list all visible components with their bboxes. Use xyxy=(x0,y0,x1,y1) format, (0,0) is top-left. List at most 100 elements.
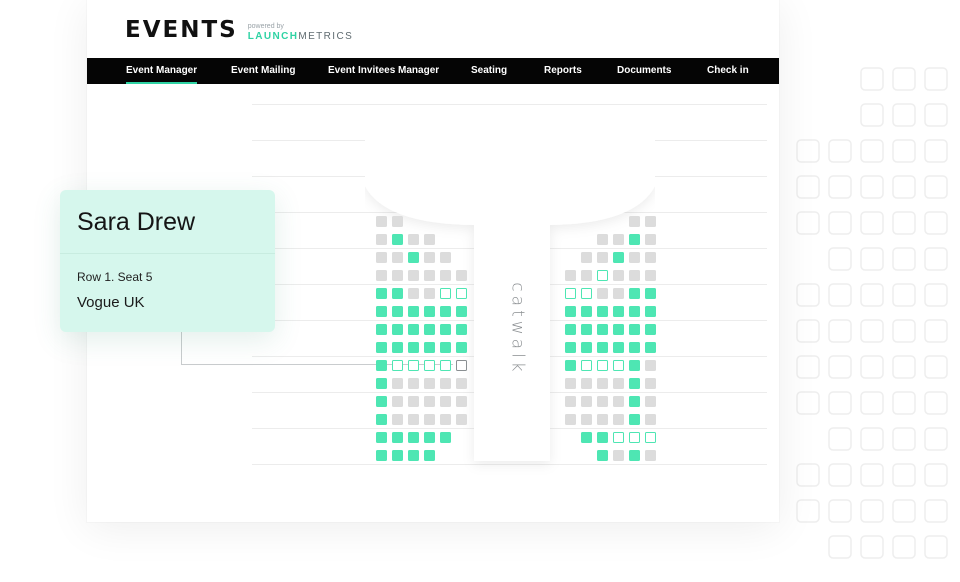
seat[interactable] xyxy=(581,252,592,263)
seat[interactable] xyxy=(440,396,451,407)
seat[interactable] xyxy=(392,360,403,371)
seat[interactable] xyxy=(597,342,608,353)
seat[interactable] xyxy=(392,288,403,299)
seat[interactable] xyxy=(408,378,419,389)
seat[interactable] xyxy=(597,270,608,281)
seat[interactable] xyxy=(629,360,640,371)
seat[interactable] xyxy=(376,432,387,443)
nav-check-in[interactable]: Check in xyxy=(707,58,749,84)
seat[interactable] xyxy=(629,216,640,227)
seat[interactable] xyxy=(629,234,640,245)
seat[interactable] xyxy=(424,306,435,317)
nav-seating[interactable]: Seating xyxy=(471,58,507,84)
seat[interactable] xyxy=(376,324,387,335)
seat[interactable] xyxy=(629,450,640,461)
seat[interactable] xyxy=(645,252,656,263)
seat[interactable] xyxy=(645,378,656,389)
seat[interactable] xyxy=(376,306,387,317)
seat[interactable] xyxy=(376,342,387,353)
selected-seat[interactable] xyxy=(456,360,467,371)
seat[interactable] xyxy=(424,252,435,263)
seat[interactable] xyxy=(597,306,608,317)
seat[interactable] xyxy=(613,360,624,371)
seat[interactable] xyxy=(456,288,467,299)
seat[interactable] xyxy=(629,396,640,407)
seat[interactable] xyxy=(408,324,419,335)
nav-reports[interactable]: Reports xyxy=(544,58,582,84)
seat[interactable] xyxy=(424,432,435,443)
seat[interactable] xyxy=(408,342,419,353)
seat[interactable] xyxy=(440,432,451,443)
seat[interactable] xyxy=(597,288,608,299)
seat[interactable] xyxy=(645,234,656,245)
seat[interactable] xyxy=(645,450,656,461)
seat[interactable] xyxy=(581,342,592,353)
seat[interactable] xyxy=(645,396,656,407)
seat[interactable] xyxy=(581,360,592,371)
seat[interactable] xyxy=(408,306,419,317)
seat[interactable] xyxy=(392,432,403,443)
seat[interactable] xyxy=(597,414,608,425)
seat[interactable] xyxy=(645,432,656,443)
seat[interactable] xyxy=(408,414,419,425)
seat[interactable] xyxy=(565,378,576,389)
seat[interactable] xyxy=(581,432,592,443)
seat[interactable] xyxy=(581,270,592,281)
seat[interactable] xyxy=(408,432,419,443)
seat[interactable] xyxy=(613,378,624,389)
seat[interactable] xyxy=(376,288,387,299)
seat[interactable] xyxy=(597,234,608,245)
seat[interactable] xyxy=(597,396,608,407)
seat[interactable] xyxy=(613,450,624,461)
seat[interactable] xyxy=(440,288,451,299)
seat[interactable] xyxy=(613,414,624,425)
seat[interactable] xyxy=(424,270,435,281)
seat[interactable] xyxy=(565,288,576,299)
seat[interactable] xyxy=(629,414,640,425)
seat[interactable] xyxy=(408,450,419,461)
seat[interactable] xyxy=(597,432,608,443)
seat[interactable] xyxy=(424,288,435,299)
nav-event-manager[interactable]: Event Manager xyxy=(126,58,198,84)
seat[interactable] xyxy=(408,252,419,263)
seat[interactable] xyxy=(597,378,608,389)
seat[interactable] xyxy=(376,216,387,227)
seat[interactable] xyxy=(645,414,656,425)
seat[interactable] xyxy=(613,432,624,443)
seat[interactable] xyxy=(629,288,640,299)
seat[interactable] xyxy=(424,324,435,335)
seat[interactable] xyxy=(565,306,576,317)
nav-event-invitees-manager[interactable]: Event Invitees Manager xyxy=(328,58,439,84)
seat[interactable] xyxy=(645,324,656,335)
seat[interactable] xyxy=(565,342,576,353)
seat[interactable] xyxy=(392,378,403,389)
seat[interactable] xyxy=(392,252,403,263)
seat[interactable] xyxy=(392,234,403,245)
seat[interactable] xyxy=(565,324,576,335)
seat[interactable] xyxy=(376,414,387,425)
seat[interactable] xyxy=(392,450,403,461)
seat[interactable] xyxy=(424,378,435,389)
seat[interactable] xyxy=(456,414,467,425)
seat[interactable] xyxy=(456,306,467,317)
seat[interactable] xyxy=(440,414,451,425)
seat[interactable] xyxy=(376,360,387,371)
seat[interactable] xyxy=(645,342,656,353)
seat[interactable] xyxy=(440,252,451,263)
seat[interactable] xyxy=(645,288,656,299)
seat[interactable] xyxy=(565,396,576,407)
seat[interactable] xyxy=(629,432,640,443)
seat[interactable] xyxy=(645,360,656,371)
seat[interactable] xyxy=(440,270,451,281)
seat[interactable] xyxy=(645,270,656,281)
seat[interactable] xyxy=(629,252,640,263)
seat[interactable] xyxy=(424,396,435,407)
seat[interactable] xyxy=(392,396,403,407)
seat[interactable] xyxy=(392,306,403,317)
seat[interactable] xyxy=(424,360,435,371)
seat[interactable] xyxy=(440,360,451,371)
seat[interactable] xyxy=(392,342,403,353)
seat[interactable] xyxy=(408,360,419,371)
seat[interactable] xyxy=(456,342,467,353)
seat[interactable] xyxy=(392,270,403,281)
